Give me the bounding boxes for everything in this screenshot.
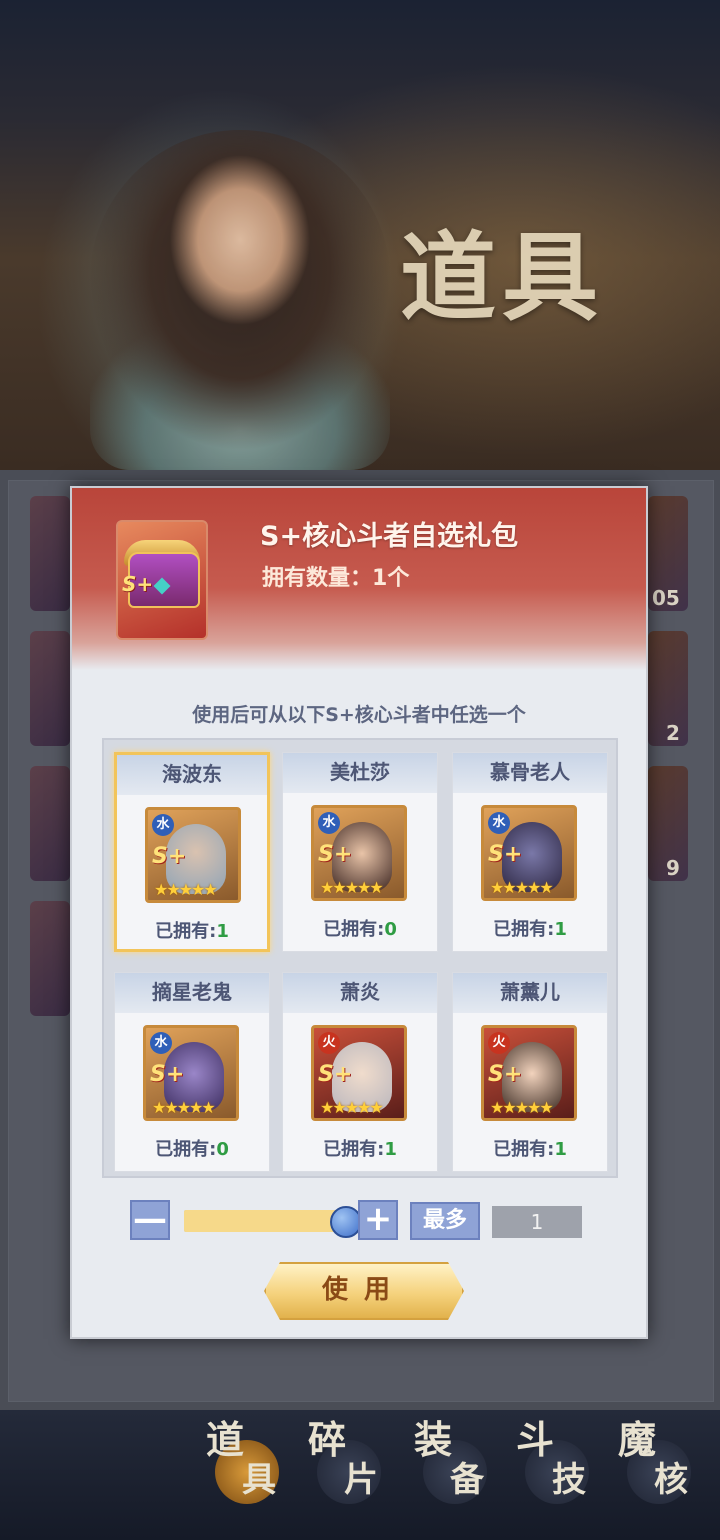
tab-label: 技 <box>552 1460 586 1500</box>
hero-portrait: 水 S+ ★★★★★ <box>143 1025 239 1121</box>
element-water-icon: 水 <box>150 1032 172 1054</box>
hero-card-mugulaoren[interactable]: 慕骨老人 水 S+ ★★★★★ 已拥有:1 <box>452 752 608 952</box>
star-rating: ★★★★★ <box>152 1098 216 1117</box>
owned-value: 1 <box>216 921 229 942</box>
tab-label: 斗 <box>516 1417 555 1462</box>
hero-portrait: 火 S+ ★★★★★ <box>311 1025 407 1121</box>
tab-cores[interactable]: 魔 核 <box>612 1420 702 1520</box>
owned-quantity-label: 拥有数量： <box>262 566 373 591</box>
hero-name: 摘星老鬼 <box>115 973 269 1013</box>
slot-count: 05 <box>652 586 680 610</box>
inventory-slot[interactable] <box>30 901 70 1016</box>
star-rating: ★★★★★ <box>490 878 554 897</box>
dialog-header: S+ S+核心斗者自选礼包 拥有数量：1个 <box>72 488 646 670</box>
grade-badge: S+ <box>488 842 523 867</box>
element-fire-icon: 火 <box>488 1032 510 1054</box>
hero-card-xiaoxuner[interactable]: 萧薰儿 火 S+ ★★★★★ 已拥有:1 <box>452 972 608 1172</box>
owned-value: 0 <box>384 919 397 940</box>
pack-description: 使用后可从以下S+核心斗者中任选一个 <box>192 704 526 726</box>
quantity-slider[interactable] <box>184 1210 346 1232</box>
tab-label: 核 <box>654 1460 688 1500</box>
hero-portrait: 火 S+ ★★★★★ <box>481 1025 577 1121</box>
owned-count: 已拥有:1 <box>453 915 607 941</box>
grade-badge: S+ <box>318 842 353 867</box>
grade-badge: S+ <box>318 1062 353 1087</box>
grade-badge: S+ <box>152 844 187 869</box>
owned-label: 已拥有: <box>155 1139 217 1160</box>
owned-label: 已拥有: <box>493 1139 555 1160</box>
tab-equipment[interactable]: 装 备 <box>408 1420 498 1520</box>
owned-value: 1 <box>554 1139 567 1160</box>
inventory-slot[interactable] <box>30 766 70 881</box>
quantity-input[interactable]: 1 <box>492 1206 582 1238</box>
banner-title: 道具 <box>400 221 604 334</box>
hero-name: 美杜莎 <box>283 753 437 793</box>
increase-quantity-button[interactable]: + <box>358 1200 398 1240</box>
hero-name: 萧薰儿 <box>453 973 607 1013</box>
hero-card-haibodong[interactable]: 海波东 水 S+ ★★★★★ 已拥有:1 <box>114 752 270 952</box>
tab-fragments[interactable]: 碎 片 <box>302 1420 392 1520</box>
hero-choice-grid: 海波东 水 S+ ★★★★★ 已拥有:1 美杜莎 水 S+ ★★★★★ 已拥有:… <box>102 738 618 1178</box>
owned-count: 已拥有:1 <box>117 917 267 943</box>
gift-chest-icon: S+ <box>116 520 208 640</box>
star-rating: ★★★★★ <box>490 1098 554 1117</box>
inventory-slot[interactable] <box>30 496 70 611</box>
owned-quantity-value: 1个 <box>372 566 410 591</box>
element-water-icon: 水 <box>152 814 174 836</box>
decrease-quantity-button[interactable]: — <box>130 1200 170 1240</box>
owned-value: 1 <box>554 919 567 940</box>
hero-name: 慕骨老人 <box>453 753 607 793</box>
owned-count: 已拥有:1 <box>283 1135 437 1161</box>
item-name: S+核心斗者自选礼包 <box>260 521 519 552</box>
owned-quantity: 拥有数量：1个 <box>262 560 409 592</box>
tab-label: 魔 <box>618 1417 657 1462</box>
max-quantity-button[interactable]: 最多 <box>410 1202 480 1240</box>
tab-items[interactable]: 道 具 <box>200 1420 290 1520</box>
hero-card-xiaoyan[interactable]: 萧炎 火 S+ ★★★★★ 已拥有:1 <box>282 972 438 1172</box>
element-water-icon: 水 <box>318 812 340 834</box>
owned-count: 已拥有:0 <box>115 1135 269 1161</box>
hero-portrait: 水 S+ ★★★★★ <box>311 805 407 901</box>
owned-label: 已拥有: <box>155 921 217 942</box>
use-button[interactable]: 使用 <box>264 1262 464 1320</box>
hero-name: 海波东 <box>117 755 267 795</box>
star-rating: ★★★★★ <box>320 1098 384 1117</box>
grade-badge: S+ <box>150 1062 185 1087</box>
slot-count: 9 <box>666 856 680 880</box>
tab-label: 道 <box>206 1417 245 1462</box>
item-grade-badge: S+ <box>122 572 154 596</box>
owned-count: 已拥有:1 <box>453 1135 607 1161</box>
hero-card-meidusha[interactable]: 美杜莎 水 S+ ★★★★★ 已拥有:0 <box>282 752 438 952</box>
hero-name: 萧炎 <box>283 973 437 1013</box>
inventory-slot[interactable] <box>30 631 70 746</box>
gift-pack-dialog: S+ S+核心斗者自选礼包 拥有数量：1个 使用后可从以下S+核心斗者中任选一个… <box>70 486 648 1339</box>
owned-label: 已拥有: <box>493 919 555 940</box>
star-rating: ★★★★★ <box>320 878 384 897</box>
owned-label: 已拥有: <box>323 919 385 940</box>
tab-label: 具 <box>242 1460 276 1500</box>
tab-label: 备 <box>450 1460 484 1500</box>
grade-badge: S+ <box>488 1062 523 1087</box>
hero-portrait: 水 S+ ★★★★★ <box>145 807 241 903</box>
hero-card-zhaixinglaogui[interactable]: 摘星老鬼 水 S+ ★★★★★ 已拥有:0 <box>114 972 270 1172</box>
owned-value: 1 <box>384 1139 397 1160</box>
element-fire-icon: 火 <box>318 1032 340 1054</box>
tab-label: 装 <box>414 1417 453 1462</box>
tab-label: 碎 <box>308 1417 347 1462</box>
quantity-slider-fill <box>184 1210 346 1232</box>
slot-count: 2 <box>666 721 680 745</box>
tab-label: 片 <box>344 1460 378 1500</box>
owned-count: 已拥有:0 <box>283 915 437 941</box>
banner-character-art <box>90 130 390 470</box>
owned-value: 0 <box>216 1139 229 1160</box>
owned-label: 已拥有: <box>323 1139 385 1160</box>
tab-skills[interactable]: 斗 技 <box>510 1420 600 1520</box>
hero-portrait: 水 S+ ★★★★★ <box>481 805 577 901</box>
element-water-icon: 水 <box>488 812 510 834</box>
star-rating: ★★★★★ <box>154 880 218 899</box>
